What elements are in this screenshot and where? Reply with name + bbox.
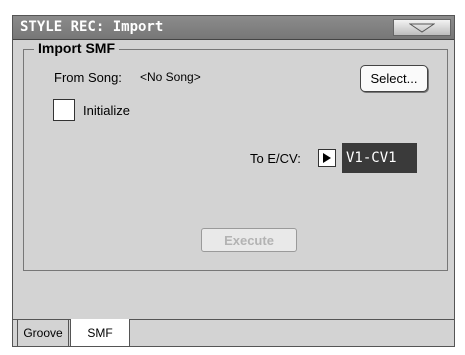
page-menu-button[interactable] xyxy=(393,19,451,36)
tab-groove[interactable]: Groove xyxy=(17,320,69,347)
title-bar: STYLE REC: Import xyxy=(13,16,454,40)
to-ecv-value-field[interactable]: V1-CV1 xyxy=(342,143,417,173)
to-ecv-label: To E/CV: xyxy=(250,151,301,166)
initialize-checkbox[interactable] xyxy=(53,99,75,121)
execute-button[interactable]: Execute xyxy=(201,228,297,252)
select-button[interactable]: Select... xyxy=(360,65,428,92)
display-screen: STYLE REC: Import Import SMF From Song: … xyxy=(12,15,455,347)
tab-smf[interactable]: SMF xyxy=(70,319,130,347)
triangle-down-icon xyxy=(409,23,435,33)
play-arrow-icon xyxy=(323,153,331,163)
group-title: Import SMF xyxy=(34,40,119,56)
initialize-label: Initialize xyxy=(83,103,130,118)
page-title: STYLE REC: Import xyxy=(20,19,164,35)
from-song-value: <No Song> xyxy=(140,70,201,84)
to-ecv-arrow-button[interactable] xyxy=(318,149,336,167)
from-song-label: From Song: xyxy=(54,70,122,85)
